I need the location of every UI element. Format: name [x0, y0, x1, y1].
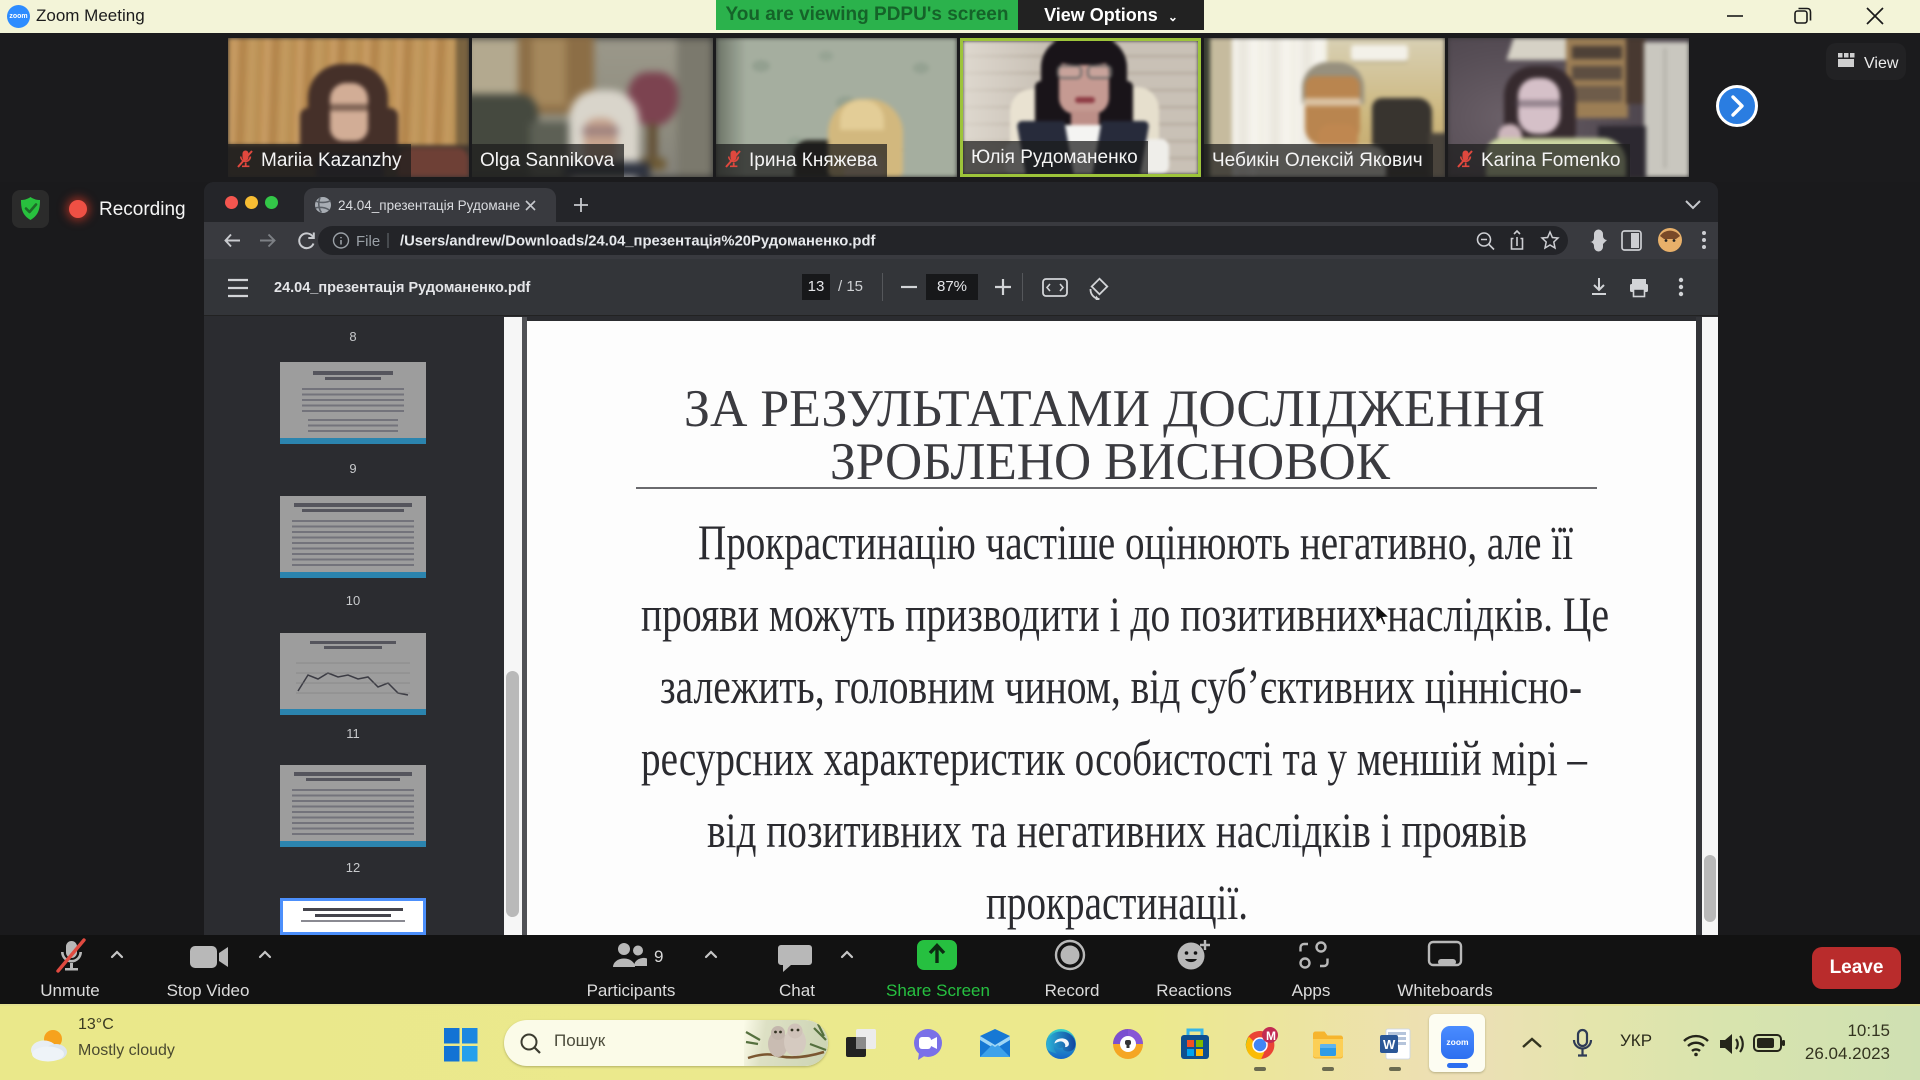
svg-text:View: View	[1864, 55, 1899, 72]
svg-text:File: File	[356, 233, 380, 250]
svg-text:W: W	[1383, 1037, 1396, 1052]
svg-text:9: 9	[654, 947, 663, 966]
svg-text:24.04_презентація Рудомане: 24.04_презентація Рудомане	[338, 198, 520, 213]
svg-text:M: M	[1266, 1029, 1276, 1043]
svg-text:/Users/andrew/Downloads/24.04_: /Users/andrew/Downloads/24.04_презентаці…	[400, 234, 876, 250]
